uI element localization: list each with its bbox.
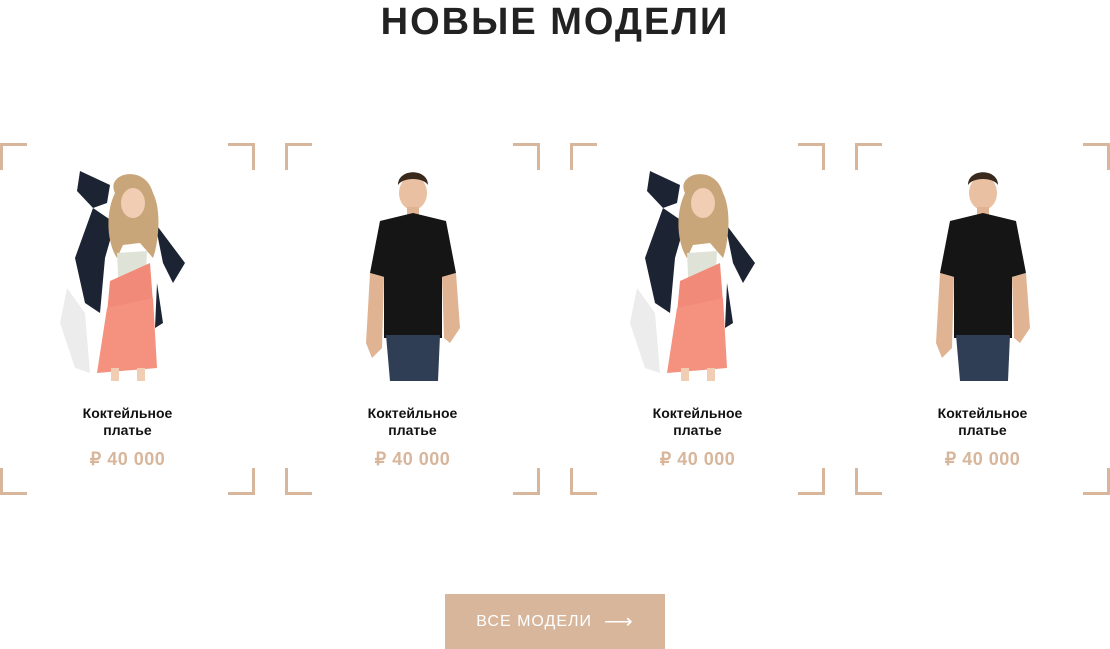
frame-corner (0, 468, 27, 495)
product-card[interactable]: Коктейльное платье ₽ 40 000 (855, 143, 1110, 495)
frame-corner (285, 143, 312, 170)
product-name-line: платье (958, 422, 1007, 438)
frame-corner (228, 468, 255, 495)
woman-model-photo[interactable] (615, 163, 780, 381)
product-price: ₽ 40 000 (659, 449, 736, 469)
product-price: ₽ 40 000 (944, 449, 1021, 469)
product-name-line: платье (388, 422, 437, 438)
man-model-photo[interactable] (900, 163, 1065, 381)
frame-corner (855, 143, 882, 170)
frame-corner (285, 468, 312, 495)
product-name-line: платье (103, 422, 152, 438)
frame-corner (798, 468, 825, 495)
product-name-line: Коктейльное (82, 405, 173, 421)
product-card[interactable]: Коктейльное платье ₽ 40 000 (570, 143, 825, 495)
product-price: ₽ 40 000 (89, 449, 166, 469)
product-price: ₽ 40 000 (374, 449, 451, 469)
frame-corner (798, 143, 825, 170)
product-name[interactable]: Коктейльное платье (0, 405, 255, 439)
frame-corner (228, 143, 255, 170)
product-name[interactable]: Коктейльное платье (570, 405, 825, 439)
product-name-line: Коктейльное (367, 405, 458, 421)
product-name[interactable]: Коктейльное платье (285, 405, 540, 439)
frame-corner (855, 468, 882, 495)
arrow-right-icon: ⟶ (604, 610, 634, 633)
frame-corner (513, 143, 540, 170)
woman-model-photo[interactable] (45, 163, 210, 381)
product-card[interactable]: Коктейльное платье ₽ 40 000 (0, 143, 255, 495)
product-name-line: Коктейльное (937, 405, 1028, 421)
product-name-line: Коктейльное (652, 405, 743, 421)
frame-corner (1083, 468, 1110, 495)
section-title: НОВЫЕ МОДЕЛИ (380, 1, 730, 43)
all-models-button[interactable]: ВСЕ МОДЕЛИ ⟶ (445, 594, 665, 649)
frame-corner (513, 468, 540, 495)
product-name[interactable]: Коктейльное платье (855, 405, 1110, 439)
frame-corner (1083, 143, 1110, 170)
frame-corner (570, 468, 597, 495)
man-model-photo[interactable] (330, 163, 495, 381)
all-models-button-label: ВСЕ МОДЕЛИ (476, 612, 593, 630)
frame-corner (570, 143, 597, 170)
product-name-line: платье (673, 422, 722, 438)
frame-corner (0, 143, 27, 170)
product-card[interactable]: Коктейльное платье ₽ 40 000 (285, 143, 540, 495)
